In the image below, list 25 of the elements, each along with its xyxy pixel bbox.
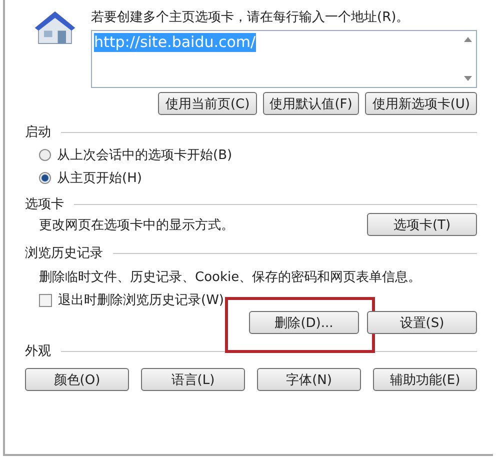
- checkbox[interactable]: [39, 294, 52, 306]
- home-page-button[interactable]: 使用当前页(C): [158, 92, 257, 115]
- description-text: 删除临时文件、历史记录、Cookie、保存的密码和网页表单信息。: [39, 269, 422, 286]
- scroll-down-icon[interactable]: [464, 76, 472, 81]
- scroll-up-icon[interactable]: [464, 37, 472, 42]
- section-heading: 启动: [25, 124, 51, 141]
- radio-label: 从主页开始(H): [57, 170, 142, 187]
- checkbox-label: 退出时删除浏览历史记录(W): [58, 292, 224, 309]
- radio-label: 从上次会话中的选项卡开始(B): [57, 147, 232, 164]
- section-heading: 浏览历史记录: [25, 245, 103, 262]
- section-heading: 外观: [25, 343, 51, 360]
- description-text: 更改网页在选项卡中的显示方式。: [39, 216, 234, 234]
- instruction-text: 若要创建多个主页选项卡，请在每行输入一个地址(R)。: [91, 9, 410, 26]
- history-button[interactable]: 设置(S): [367, 311, 477, 334]
- radio-button[interactable]: [39, 149, 51, 161]
- home-page-button[interactable]: 使用新选项卡(U): [365, 92, 477, 115]
- appearance-button[interactable]: 语言(L): [141, 368, 245, 391]
- tabs-button[interactable]: 选项卡(T): [367, 213, 477, 236]
- appearance-button[interactable]: 字体(N): [257, 368, 361, 391]
- section-heading: 选项卡: [25, 196, 64, 213]
- history-button[interactable]: 删除(D)...: [249, 311, 359, 334]
- appearance-button[interactable]: 辅助功能(E): [373, 368, 477, 391]
- appearance-button[interactable]: 颜色(O): [25, 368, 129, 391]
- home-page-button[interactable]: 使用默认值(F): [262, 92, 360, 115]
- radio-button[interactable]: [39, 172, 51, 184]
